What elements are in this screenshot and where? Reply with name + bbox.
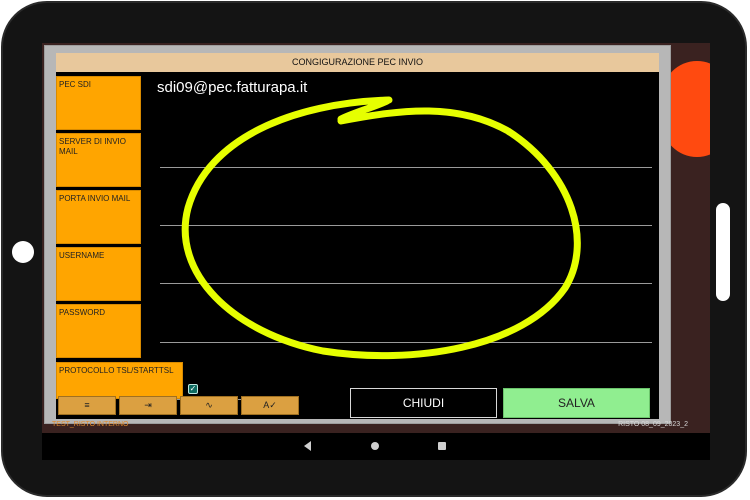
tablet-frame: CONGIGURAZIONE PEC INVIO PEC SDI SERVER …: [1, 1, 747, 497]
highlight-circle: [181, 96, 581, 360]
